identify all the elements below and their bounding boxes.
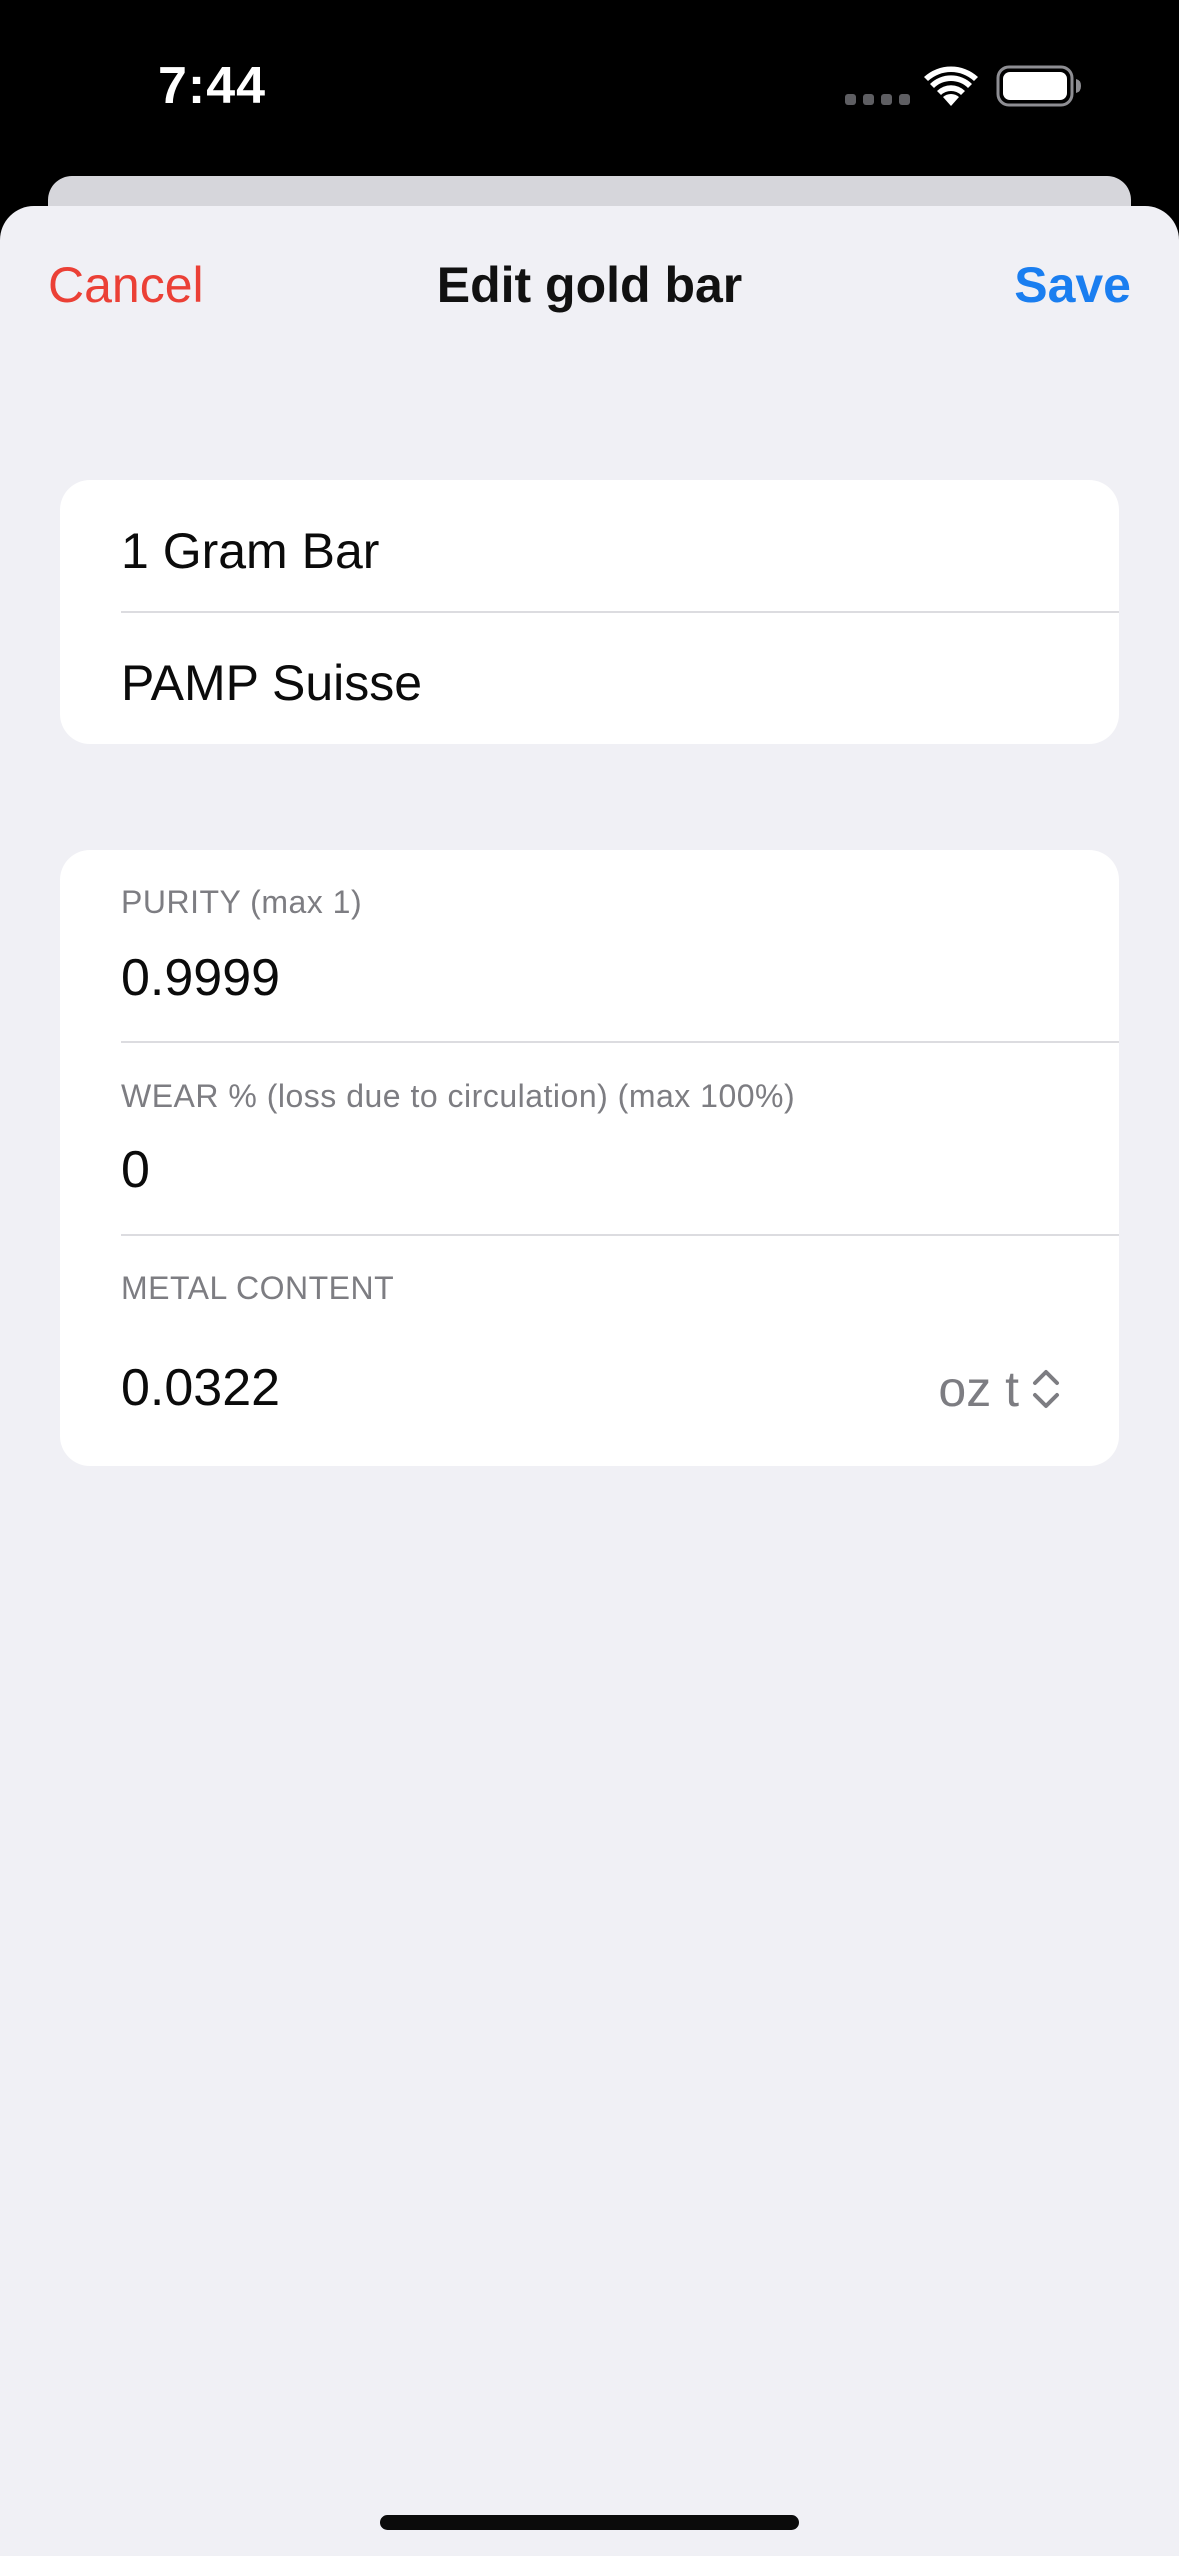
wear-field[interactable]: 0 [121,1140,150,1200]
wear-label: WEAR % (loss due to circulation) (max 10… [121,1078,796,1114]
name-field[interactable]: 1 Gram Bar [121,522,379,580]
details-card: 1 Gram Bar PAMP Suisse [60,480,1119,744]
purity-label: PURITY (max 1) [121,884,363,920]
divider [121,1041,1119,1043]
unit-label: oz t [938,1361,1019,1417]
save-button[interactable]: Save [1014,256,1131,314]
divider [121,1234,1119,1236]
wifi-icon [924,66,978,106]
battery-icon [996,65,1081,107]
properties-card: PURITY (max 1) 0.9999 WEAR % (loss due t… [60,850,1119,1466]
status-time: 7:44 [158,57,267,115]
unit-picker[interactable]: oz t [938,1360,1061,1418]
metal-content-label: METAL CONTENT [121,1270,395,1306]
metal-content-field[interactable]: 0.0322 [121,1358,280,1418]
status-bar: 7:44 [0,0,1179,178]
home-indicator[interactable] [380,2515,799,2530]
purity-field[interactable]: 0.9999 [121,948,280,1008]
signal-dots-icon [845,94,910,105]
manufacturer-field[interactable]: PAMP Suisse [121,654,422,712]
cancel-button[interactable]: Cancel [48,256,204,314]
divider [121,611,1119,613]
chevron-up-down-icon [1033,1370,1059,1408]
